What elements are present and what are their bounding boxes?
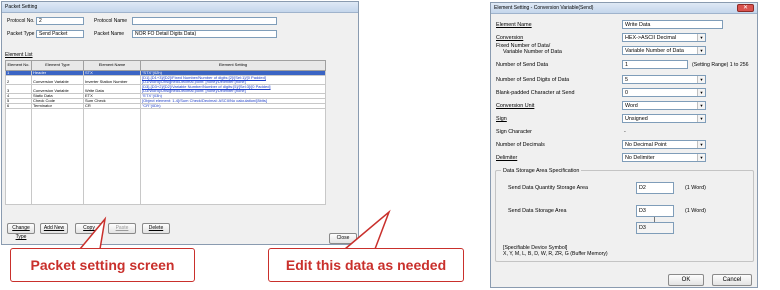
sign-label: Sign — [496, 116, 507, 122]
edit-data-callout: Edit this data as needed — [268, 248, 464, 282]
fixed-number-label-line2: Variable Number of Data — [503, 49, 562, 55]
chevron-down-icon: ▼ — [697, 141, 705, 148]
send-data-storage-field[interactable]: D3 — [636, 205, 674, 217]
protocol-name-label: Protocol Name — [94, 18, 128, 24]
number-send-digits-select[interactable]: 5 ▼ — [622, 75, 706, 84]
table-row[interactable]: 3 Conversion Variable Write Data [D3]-[D… — [5, 84, 326, 94]
column-header[interactable]: Element Name — [83, 60, 141, 71]
copy-button[interactable]: Copy — [75, 223, 103, 234]
chevron-down-icon: ▼ — [697, 102, 705, 109]
delimiter-select[interactable]: No Delimiter ▼ — [622, 153, 706, 162]
send-data-storage-end-field: D3 — [636, 222, 674, 234]
sign-value: Unsigned — [625, 116, 648, 122]
fixed-number-select[interactable]: Variable Number of Data ▼ — [622, 46, 706, 55]
table-row[interactable]: 2 Conversion Variable Inverter Station N… — [5, 75, 326, 85]
conversion-unit-value: Word — [625, 103, 638, 109]
chevron-down-icon: ▼ — [697, 34, 705, 41]
element-no-cell: 2 — [5, 75, 32, 85]
packet-window-title: Packet Setting — [5, 4, 38, 10]
column-header[interactable]: Element Setting — [140, 60, 326, 71]
sign-select[interactable]: Unsigned ▼ — [622, 114, 706, 123]
chevron-down-icon: ▼ — [697, 154, 705, 161]
element-list-header: Element No. Element Type Element Name El… — [5, 60, 326, 71]
paste-button[interactable]: Paste — [108, 223, 136, 234]
protocol-no-label: Protocol No. — [7, 18, 35, 24]
conversion-select-value: HEX->ASCII Decimal — [625, 35, 677, 41]
protocol-no-field: 2 — [36, 17, 84, 25]
packet-type-label: Packet Type — [7, 31, 35, 37]
chevron-down-icon: ▼ — [697, 115, 705, 122]
element-name-cell: Inverter Station Number — [83, 75, 141, 85]
close-icon: ✕ — [742, 5, 749, 11]
packet-setting-callout: Packet setting screen — [10, 248, 195, 282]
fixed-number-select-value: Variable Number of Data — [625, 48, 684, 54]
dialog-titlebar: Element Setting - Conversion Variable(Se… — [491, 3, 757, 14]
number-decimals-select[interactable]: No Decimal Point ▼ — [622, 140, 706, 149]
protocol-name-field — [132, 17, 277, 25]
delete-button[interactable]: Delete — [142, 223, 170, 234]
element-setting-cell[interactable]: [D1]-[D1+3]/[D2]/Fixed Number/Number of … — [140, 75, 326, 85]
number-send-data-field[interactable]: 1 — [622, 60, 688, 69]
sign-character-value: - — [624, 129, 626, 135]
packet-name-field[interactable]: NOR FO Detail Digits Data) — [132, 30, 277, 38]
blank-padded-label: Blank-padded Character at Send — [496, 90, 575, 96]
delimiter-value: No Delimiter — [625, 155, 655, 161]
element-setting-line: [D1/Word]/Unsigned/Decimal point: [none]… — [142, 79, 246, 84]
send-data-storage-label: Send Data Storage Area — [508, 208, 567, 214]
send-data-storage-unit: (1 Word) — [685, 208, 706, 214]
element-setting-cell[interactable]: [D3]-[D3+2]/[D2]/Variable Number/Number … — [140, 84, 326, 94]
dialog-title: Element Setting - Conversion Variable(Se… — [494, 5, 594, 11]
element-setting-line: [D3/Word]/Unsigned/Decimal point: [none]… — [142, 88, 246, 93]
column-header[interactable]: Element No. — [5, 60, 32, 71]
number-send-data-hint: (Setting Range) 1 to 256 — [692, 62, 749, 68]
chevron-down-icon: ▼ — [697, 89, 705, 96]
element-name-label: Element Name — [496, 22, 532, 28]
conversion-unit-label: Conversion Unit — [496, 103, 535, 109]
table-row-empty — [5, 108, 326, 205]
dialog-close-button[interactable]: ✕ — [737, 4, 754, 12]
packet-name-label: Packet Name — [94, 31, 125, 37]
number-decimals-value: No Decimal Point — [625, 142, 667, 148]
storage-group-label: Data Storage Area Specification — [501, 168, 582, 174]
blank-padded-select[interactable]: 0 ▼ — [622, 88, 706, 97]
close-button[interactable]: Close — [329, 233, 357, 244]
element-list-table: Element No. Element Type Element Name El… — [5, 60, 326, 205]
chevron-down-icon: ▼ — [697, 47, 705, 54]
chevron-down-icon: ▼ — [697, 76, 705, 83]
packet-setting-window: Packet Setting Protocol No. 2 Protocol N… — [1, 1, 359, 245]
add-new-button[interactable]: Add New — [40, 223, 68, 234]
quantity-storage-field[interactable]: D2 — [636, 182, 674, 194]
element-type-cell: Conversion Variable — [31, 84, 84, 94]
column-header[interactable]: Element Type — [31, 60, 84, 71]
quantity-storage-label: Send Data Quantity Storage Area — [508, 185, 589, 191]
number-send-digits-value: 5 — [625, 77, 628, 83]
blank-padded-value: 0 — [625, 90, 628, 96]
element-no-cell: 3 — [5, 84, 32, 94]
device-note-line2: X, Y, M, L, B, D, W, R, ZR, G (Buffer Me… — [503, 251, 608, 257]
element-name-cell: Write Data — [83, 84, 141, 94]
quantity-storage-unit: (1 Word) — [685, 185, 706, 191]
delimiter-label: Delimiter — [496, 155, 518, 161]
ok-button[interactable]: OK — [668, 274, 704, 286]
element-name-field[interactable]: Write Data — [622, 20, 723, 29]
number-decimals-label: Number of Decimals — [496, 142, 545, 148]
cancel-button[interactable]: Cancel — [712, 274, 752, 286]
packet-type-field: Send Packet — [36, 30, 84, 38]
conversion-label: Conversion — [496, 35, 524, 41]
conversion-unit-select[interactable]: Word ▼ — [622, 101, 706, 110]
element-type-cell: Conversion Variable — [31, 75, 84, 85]
conversion-select[interactable]: HEX->ASCII Decimal ▼ — [622, 33, 706, 42]
change-type-button[interactable]: Change Type — [7, 223, 35, 240]
number-send-digits-label: Number of Send Digits of Data — [496, 77, 570, 83]
packet-window-titlebar: Packet Setting — [2, 2, 358, 13]
sign-character-label: Sign Character — [496, 129, 532, 135]
element-setting-dialog: Element Setting - Conversion Variable(Se… — [490, 2, 758, 288]
element-list-label: Element List — [5, 52, 33, 58]
number-send-data-label: Number of Send Data — [496, 62, 549, 68]
